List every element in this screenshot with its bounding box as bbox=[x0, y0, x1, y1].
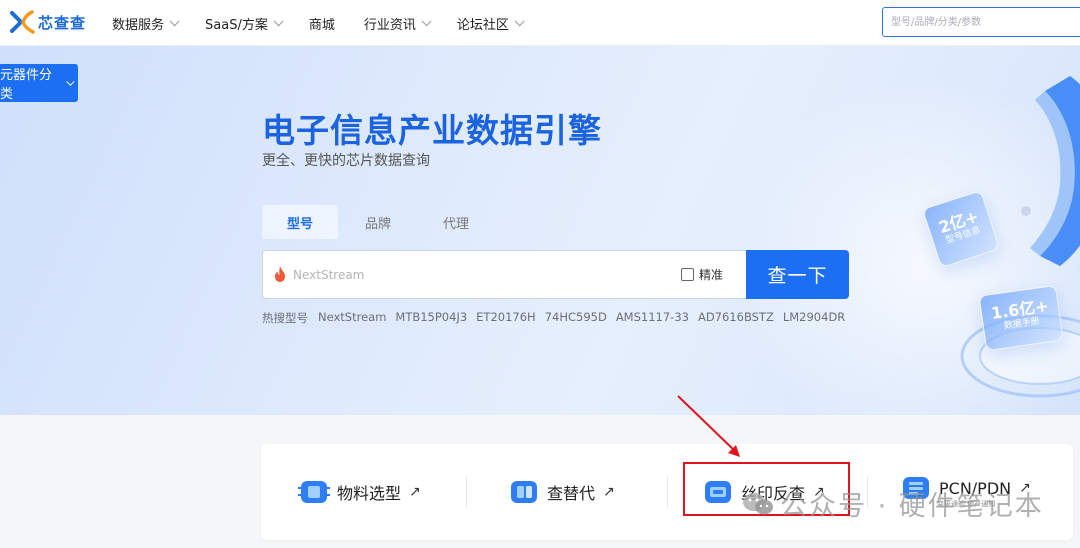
hot-search-item[interactable]: MTB15P04J3 bbox=[395, 310, 467, 326]
nav-item-forum[interactable]: 论坛社区 bbox=[456, 14, 525, 33]
hot-searches-label: 热搜型号 bbox=[262, 311, 308, 325]
dot-decoration bbox=[1021, 206, 1031, 216]
exact-match-label: 精准 bbox=[699, 268, 724, 282]
tab-part-number[interactable]: 型号 bbox=[262, 205, 338, 239]
watermark-text: 公众号 · 硬件笔记本 bbox=[780, 491, 1044, 522]
flame-icon bbox=[275, 266, 285, 282]
ribbon-decoration bbox=[1030, 76, 1080, 266]
main-nav: 数据服务 SaaS/方案 商城 行业资讯 论坛社区 bbox=[112, 0, 550, 46]
search-button[interactable]: 查一下 bbox=[746, 250, 849, 299]
badge-datasheet-count: 1.6亿+ 数据手册 bbox=[978, 284, 1064, 352]
feature-label: 物料选型 bbox=[337, 484, 402, 503]
component-category-button[interactable]: 元器件分类 bbox=[0, 64, 78, 102]
tab-distributor[interactable]: 代理 bbox=[418, 205, 494, 239]
exact-match-checkbox[interactable]: 精准 bbox=[681, 251, 723, 298]
wechat-icon bbox=[743, 492, 773, 514]
watermark: 公众号 · 硬件笔记本 bbox=[742, 484, 1044, 523]
feature-find-replacement[interactable]: 查替代 ↗ bbox=[507, 474, 615, 510]
nav-label: SaaS/方案 bbox=[205, 17, 268, 33]
nav-item-data-services[interactable]: 数据服务 bbox=[112, 14, 180, 33]
hot-search-item[interactable]: 74HC595D bbox=[545, 310, 607, 326]
nav-label: 商城 bbox=[308, 17, 335, 33]
divider bbox=[466, 477, 467, 507]
hot-search-item[interactable]: AMS1117-33 bbox=[616, 310, 689, 326]
main-search-input[interactable] bbox=[293, 251, 673, 298]
logo-icon bbox=[10, 10, 35, 34]
hot-search-item[interactable]: LM2904DR bbox=[783, 310, 845, 326]
hero-illustration: 2亿+ 型号信息 1.6亿+ 数据手册 bbox=[900, 66, 1080, 415]
chevron-down-icon bbox=[514, 15, 525, 26]
nav-label: 论坛社区 bbox=[456, 17, 509, 33]
nav-item-mall[interactable]: 商城 bbox=[309, 14, 335, 33]
external-arrow-icon: ↗ bbox=[409, 484, 421, 500]
top-navigation-bar: 芯查查 数据服务 SaaS/方案 商城 行业资讯 论坛社区 bbox=[0, 0, 1080, 46]
hero-title: 电子信息产业数据引擎 bbox=[262, 111, 602, 150]
search-tabs: 型号 品牌 代理 bbox=[262, 205, 496, 239]
top-search-box bbox=[882, 7, 1080, 37]
chevron-down-icon bbox=[421, 15, 432, 26]
hot-search-item[interactable]: AD7616BSTZ bbox=[698, 310, 774, 326]
checkbox-icon bbox=[681, 268, 694, 281]
red-arrow-annotation bbox=[677, 395, 740, 457]
hero-section: 元器件分类 电子信息产业数据引擎 更全、更快的芯片数据查询 型号 品牌 代理 精… bbox=[0, 46, 1080, 415]
top-search-input[interactable] bbox=[883, 8, 1080, 36]
nav-item-industry-news[interactable]: 行业资讯 bbox=[363, 14, 432, 33]
logo[interactable]: 芯查查 bbox=[10, 8, 86, 36]
badge-model-count: 2亿+ 型号信息 bbox=[921, 189, 1001, 269]
feature-material-selection[interactable]: 物料选型 ↗ bbox=[297, 474, 421, 510]
nav-label: 行业资讯 bbox=[363, 17, 416, 33]
logo-text: 芯查查 bbox=[38, 13, 87, 32]
nav-label: 数据服务 bbox=[112, 17, 165, 33]
chip-select-icon bbox=[298, 481, 330, 503]
hot-search-item[interactable]: NextStream bbox=[318, 310, 386, 326]
category-button-label: 元器件分类 bbox=[0, 68, 53, 102]
chevron-down-icon bbox=[169, 15, 180, 26]
hot-searches: 热搜型号 NextStream MTB15P04J3 ET20176H 74HC… bbox=[262, 310, 854, 326]
chevron-down-icon bbox=[273, 15, 284, 26]
tab-brand[interactable]: 品牌 bbox=[340, 205, 416, 239]
nav-item-saas[interactable]: SaaS/方案 bbox=[205, 14, 284, 33]
hot-search-item[interactable]: ET20176H bbox=[476, 310, 536, 326]
feature-label: 查替代 bbox=[547, 484, 596, 503]
external-arrow-icon: ↗ bbox=[603, 484, 615, 500]
main-search-box: 精准 查一下 bbox=[262, 250, 849, 299]
divider bbox=[667, 477, 668, 507]
chevron-down-icon bbox=[66, 77, 75, 86]
hero-subtitle: 更全、更快的芯片数据查询 bbox=[262, 153, 430, 169]
chip-replace-icon bbox=[511, 481, 537, 503]
